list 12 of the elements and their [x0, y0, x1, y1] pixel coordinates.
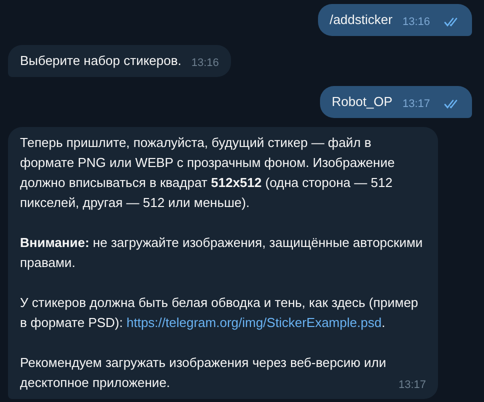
message-text: Robot_OP: [332, 93, 392, 111]
message-time: 13:16: [402, 15, 430, 29]
message-text: Рекомендуем загружать изображения через веб-версию или десктопное приложение.: [20, 354, 388, 392]
message-text: У стикеров должна быть белая обводка и тень, как здесь (пример в формате PSD): https://telegram.org/img/StickerExample.psd.: [20, 294, 420, 332]
message-text: Внимание: не загружайте изображения, защищённые авторскими правами.: [20, 234, 424, 272]
link[interactable]: https://telegram.org/img/StickerExample.psd: [126, 315, 382, 330]
message-text: Теперь пришлите, пожалуйста, будущий стикер — файл в формате PNG или WEBP с прозрачным фоном. Изображение должно вписываться в квадрат 512x512 (одна сторона — 512 пикселей, другая — 512 или меньше).: [20, 134, 396, 212]
message-time: 13:17: [402, 97, 430, 111]
message-time: 13:17: [398, 378, 426, 392]
message-text: /addsticker: [330, 11, 392, 29]
message-time: 13:16: [191, 56, 219, 70]
message-text: Выберите набор стикеров.: [20, 52, 182, 70]
